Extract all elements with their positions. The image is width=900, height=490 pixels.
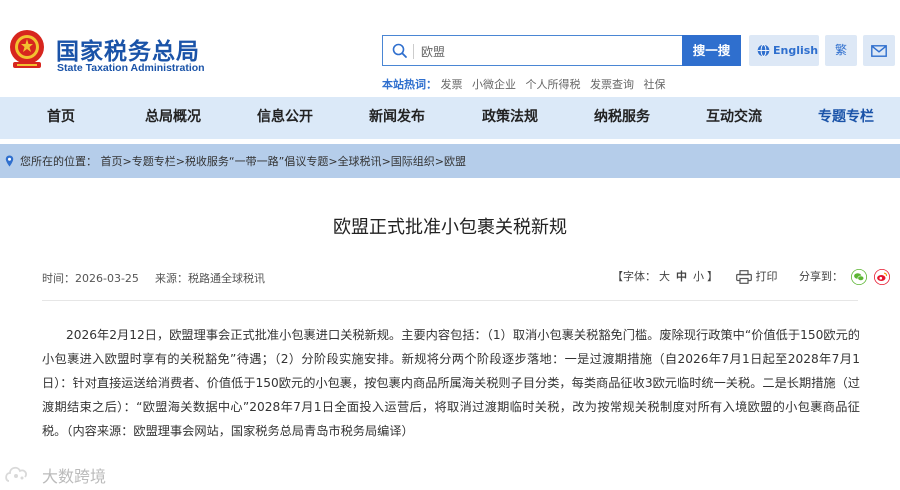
font-size-small[interactable]: 小 [693, 270, 704, 283]
english-label: English [773, 44, 819, 57]
font-size-large[interactable]: 大 [659, 270, 670, 283]
breadcrumb-separator: > [434, 155, 444, 168]
breadcrumb-separator: > [381, 155, 391, 168]
source-value: 税路通全球税讯 [188, 272, 265, 285]
breadcrumb-label: 您所在的位置： [20, 155, 97, 168]
site-header: 国家税务总局 State Taxation Administration 搜一搜… [0, 0, 900, 97]
hot-words: 本站热词： 发票 小微企业 个人所得税 发票查询 社保 [382, 76, 672, 92]
share-label: 分享到： [799, 270, 843, 283]
font-size-close: 】 [707, 270, 718, 283]
location-pin-icon [5, 155, 14, 167]
article-source: 来源：税路通全球税讯 [155, 270, 265, 286]
watermark-logo-icon [5, 466, 27, 482]
font-size-medium[interactable]: 中 [676, 270, 687, 283]
article-divider [42, 300, 858, 301]
time-value: 2026-03-25 [75, 272, 139, 285]
breadcrumb-separator: > [122, 155, 132, 168]
nav-item-service[interactable]: 纳税服务 [592, 97, 652, 139]
hot-word-link[interactable]: 发票查询 [590, 78, 634, 91]
search-separator [413, 44, 414, 59]
breadcrumb-separator: > [328, 155, 338, 168]
nav-item-policy[interactable]: 政策法规 [480, 97, 540, 139]
national-emblem-icon[interactable] [7, 27, 47, 72]
mail-button[interactable] [863, 35, 895, 66]
breadcrumb-item-global-tax[interactable]: 全球税讯 [338, 155, 382, 168]
hot-word-link[interactable]: 社保 [644, 78, 666, 91]
breadcrumb: 您所在的位置： 首页>专题专栏>税收服务“一带一路”倡议专题>全球税讯>国际组织… [0, 144, 900, 178]
breadcrumb-item-special[interactable]: 专题专栏 [132, 155, 176, 168]
hot-words-label: 本站热词： [382, 78, 437, 91]
search-icon [392, 43, 407, 58]
watermark-text: 大数跨境 [42, 467, 107, 486]
time-label: 时间： [42, 272, 75, 285]
breadcrumb-item-intl-org[interactable]: 国际组织 [391, 155, 435, 168]
article-title: 欧盟正式批准小包裹关税新规 [333, 217, 567, 238]
nav-item-news[interactable]: 新闻发布 [367, 97, 427, 139]
weibo-icon[interactable] [874, 269, 890, 285]
globe-icon [757, 44, 770, 57]
nav-item-about[interactable]: 总局概况 [143, 97, 203, 139]
site-name-en[interactable]: State Taxation Administration [57, 62, 205, 74]
search-input[interactable] [421, 42, 671, 60]
print-button[interactable]: 打印 [756, 270, 778, 283]
search-box [382, 35, 682, 66]
print-icon[interactable] [735, 270, 752, 284]
nav-item-disclosure[interactable]: 信息公开 [255, 97, 315, 139]
mail-icon [871, 45, 887, 57]
wechat-icon[interactable] [850, 269, 867, 285]
hot-word-link[interactable]: 发票 [441, 78, 463, 91]
font-size-label: 【字体： [612, 270, 656, 283]
nav-item-home[interactable]: 首页 [42, 97, 80, 139]
article-tools: 【字体：大中小】 打印 分享到： [612, 268, 890, 288]
article-body: 2026年2月12日，欧盟理事会正式批准小包裹进口关税新规。主要内容包括：（1）… [42, 328, 860, 438]
english-button[interactable]: English [749, 35, 819, 66]
nav-item-special[interactable]: 专题专栏 [816, 97, 876, 139]
main-nav: 首页 总局概况 信息公开 新闻发布 政策法规 纳税服务 互动交流 专题专栏 [0, 97, 900, 139]
hot-word-link[interactable]: 个人所得税 [526, 78, 581, 91]
breadcrumb-item-eu[interactable]: 欧盟 [444, 155, 466, 168]
traditional-chinese-button[interactable]: 繁 [825, 35, 857, 66]
site-name[interactable]: 国家税务总局 [56, 32, 200, 66]
breadcrumb-trail: 您所在的位置： 首页>专题专栏>税收服务“一带一路”倡议专题>全球税讯>国际组织… [20, 153, 466, 169]
source-label: 来源： [155, 272, 188, 285]
article-time: 时间：2026-03-25 [42, 270, 139, 286]
breadcrumb-item-belt-road[interactable]: 税收服务“一带一路”倡议专题 [185, 155, 328, 168]
search-button[interactable]: 搜一搜 [682, 35, 741, 66]
breadcrumb-separator: > [175, 155, 185, 168]
hot-word-link[interactable]: 小微企业 [472, 78, 516, 91]
breadcrumb-item-home[interactable]: 首页 [101, 155, 123, 168]
nav-item-interaction[interactable]: 互动交流 [704, 97, 764, 139]
